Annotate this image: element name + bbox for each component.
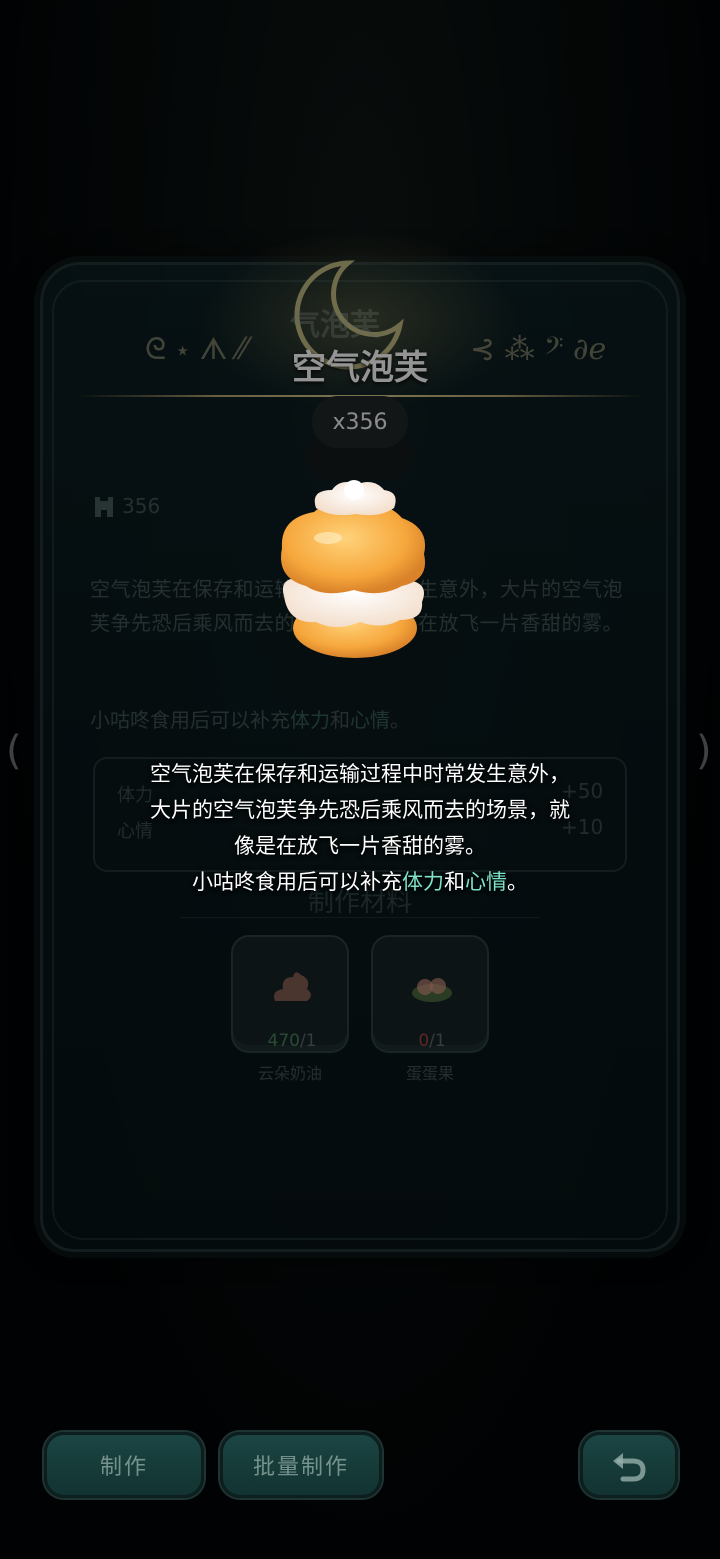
tooltip-effect-prefix: 小咕咚食用后可以补充 (192, 870, 402, 894)
effect-prefix-bg: 小咕咚食用后可以补充 (90, 708, 290, 732)
next-item-arrow[interactable]: ) (696, 728, 712, 774)
effect-stat2-bg: 心情 (350, 708, 390, 732)
material-need-egg-fruit: /1 (429, 1031, 446, 1051)
rune-decoration-right: ⊰ ⁂ 𝄢 ∂ℯ (470, 332, 607, 367)
tooltip-line-2: 大片的空气泡芙争先恐后乘风而去的场景，就 (150, 798, 570, 822)
egg-fruit-icon (412, 978, 452, 1002)
material-count-egg-fruit: 0/1 (373, 1031, 491, 1051)
effect-suffix-bg: 。 (390, 708, 410, 732)
materials-divider (180, 917, 540, 918)
batch-make-button[interactable]: 批量制作 (220, 1432, 382, 1498)
stock-value: 356 (122, 494, 161, 518)
material-name-cream: 云朵奶油 (257, 1064, 322, 1083)
make-button[interactable]: 制作 (44, 1432, 204, 1498)
effect-and-bg: 和 (330, 708, 350, 732)
tooltip-effect-suffix: 。 (507, 870, 528, 894)
material-count-cream: 470/1 (233, 1031, 351, 1051)
item-title: 空气泡芙 (292, 348, 428, 388)
cream-icon (274, 972, 311, 1001)
material-have-cream: 470 (267, 1031, 300, 1051)
prev-item-arrow[interactable]: ( (6, 728, 22, 774)
item-count-badge: x356 (312, 396, 408, 448)
item-effect-bg: 小咕咚食用后可以补充体力和心情。 (90, 703, 630, 737)
material-name-egg-fruit: 蛋蛋果 (405, 1064, 454, 1083)
tooltip-line-3: 像是在放飞一片香甜的雾。 (234, 834, 486, 858)
back-button[interactable] (580, 1432, 678, 1498)
material-need-cream: /1 (299, 1031, 317, 1051)
storage-icon (95, 497, 113, 517)
material-card-cream[interactable]: 470/1 (231, 935, 349, 1053)
material-card-egg-fruit[interactable]: 0/1 (371, 935, 489, 1053)
tooltip-stat-mood: 心情 (465, 870, 507, 894)
item-description-tooltip: 空气泡芙在保存和运输过程中时常发生意外， 大片的空气泡芙争先恐后乘风而去的场景，… (90, 756, 630, 900)
undo-arrow-icon (613, 1453, 646, 1482)
stock-count: 356 (92, 493, 160, 519)
tooltip-stat-stamina: 体力 (402, 870, 444, 894)
rune-decoration-left: ᘓ ⋆ ᗑ ⁄⁄ (145, 332, 248, 367)
header-ghost-title: 气泡芙 (290, 308, 380, 343)
tooltip-line-1: 空气泡芙在保存和运输过程中时常发生意外， (150, 762, 570, 786)
material-have-egg-fruit: 0 (418, 1031, 430, 1051)
tooltip-line-4: 小咕咚食用后可以补充体力和心情。 (90, 864, 630, 900)
tooltip-effect-and: 和 (444, 870, 465, 894)
cream-puff-illustration (281, 480, 426, 658)
effect-stat1-bg: 体力 (290, 708, 330, 732)
